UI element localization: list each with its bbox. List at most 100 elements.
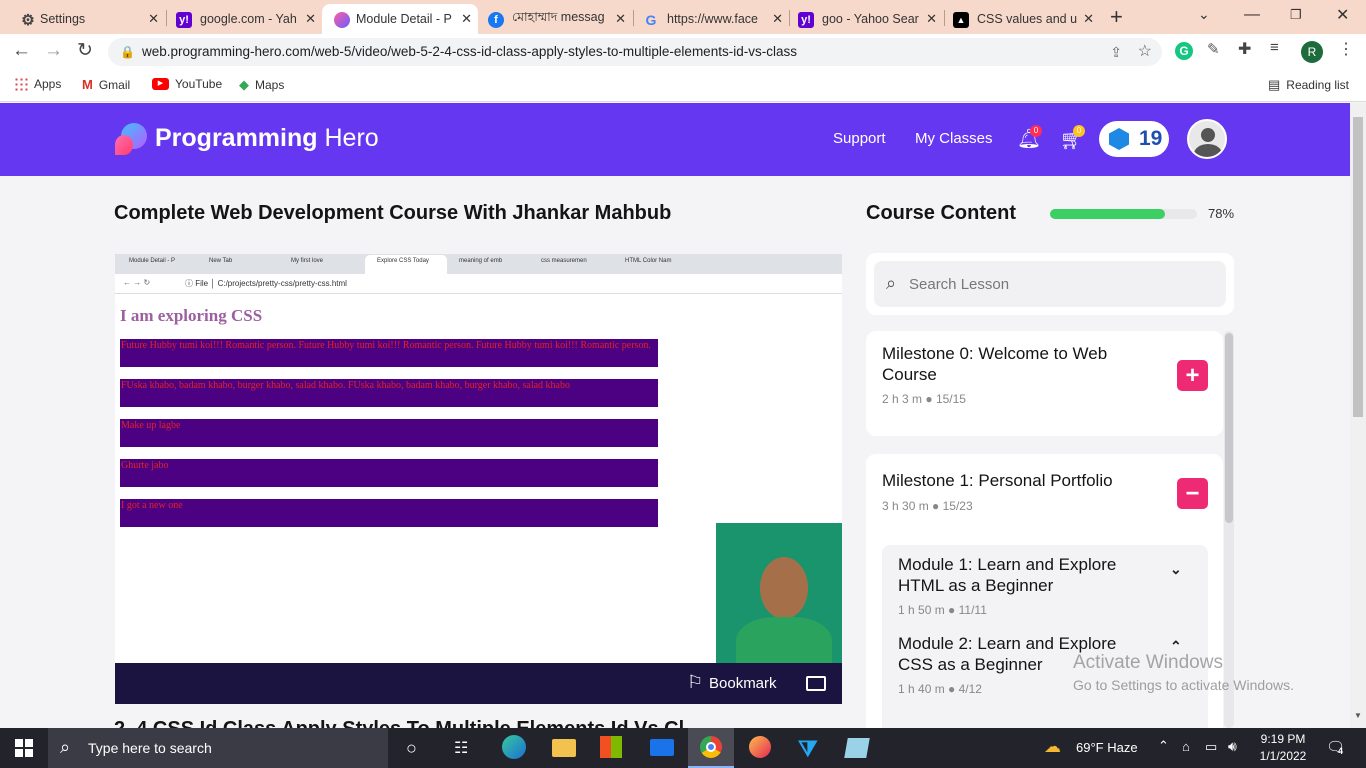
- module-title-cont: CSS as a Beginner: [898, 655, 1043, 674]
- search-input[interactable]: ⌕ Search Lesson: [874, 261, 1226, 307]
- scroll-down-icon[interactable]: ▼: [1354, 711, 1362, 720]
- gems-badge[interactable]: 19: [1099, 121, 1169, 157]
- chevron-up-icon[interactable]: ⌃: [1158, 738, 1169, 754]
- mail-icon[interactable]: [650, 739, 674, 756]
- address-bar[interactable]: 🔒 web.programming-hero.com/web-5/video/w…: [108, 38, 1162, 66]
- video-row: Make up lagbe: [120, 419, 658, 447]
- module-meta: 1 h 40 m ● 4/12: [898, 682, 982, 696]
- bookmark-youtube[interactable]: ▶ YouTube: [152, 77, 222, 91]
- share-icon[interactable]: ⇪: [1110, 38, 1122, 66]
- bookmark-gmail[interactable]: M Gmail: [82, 77, 130, 92]
- tab-facebook-message[interactable]: f মোহাম্মাদ messag ✕: [478, 4, 632, 34]
- chevron-down-icon[interactable]: ⌄: [1170, 561, 1182, 578]
- cortana-icon[interactable]: ○: [406, 738, 417, 759]
- reload-button[interactable]: ↻: [77, 39, 93, 62]
- close-tab-icon[interactable]: ✕: [1083, 11, 1094, 27]
- clock-time[interactable]: 9:19 PM: [1258, 732, 1308, 746]
- store-icon[interactable]: [600, 736, 622, 758]
- close-tab-icon[interactable]: ✕: [461, 11, 472, 27]
- expand-button[interactable]: +: [1177, 360, 1208, 391]
- module-title[interactable]: Module 1: Learn and Explore: [898, 555, 1116, 575]
- video-row: FUska khabo, badam khabo, burger khabo, …: [120, 379, 658, 407]
- tab-yahoo-search[interactable]: y! goo - Yahoo Sear ✕: [789, 4, 943, 34]
- video-player[interactable]: Module Detail - P New Tab My first love …: [115, 254, 842, 704]
- logo-icon[interactable]: [113, 121, 149, 157]
- tab-css-values[interactable]: ▲ CSS values and u ✕: [944, 4, 1100, 34]
- forward-button[interactable]: →: [44, 40, 63, 62]
- file-explorer-icon[interactable]: [552, 739, 576, 757]
- google-icon: G: [645, 12, 657, 28]
- tab-yahoo-google[interactable]: y! google.com - Yah ✕: [165, 4, 322, 34]
- video-row: I got a new one: [120, 499, 658, 527]
- bookmark-maps[interactable]: ◆ Maps: [239, 77, 284, 93]
- course-page: Complete Web Development Course With Jha…: [0, 176, 1350, 728]
- activate-windows-title: Activate Windows: [1073, 652, 1223, 673]
- instructor-webcam: [716, 523, 842, 663]
- close-tab-icon[interactable]: ✕: [305, 11, 316, 27]
- tab-facebook-url[interactable]: G https://www.face ✕: [633, 4, 789, 34]
- extensions-icon[interactable]: ✚: [1238, 39, 1251, 59]
- close-tab-icon[interactable]: ✕: [926, 11, 937, 27]
- close-window-button[interactable]: ✕: [1336, 5, 1349, 25]
- task-view-icon[interactable]: ☷: [454, 738, 468, 758]
- bookmark-apps[interactable]: Apps: [14, 77, 61, 91]
- mdn-icon: ▲: [953, 12, 969, 28]
- page-scrollbar[interactable]: ▼: [1350, 103, 1366, 728]
- tab-title: goo - Yahoo Sear: [822, 12, 919, 26]
- network-icon[interactable]: ⌂: [1182, 739, 1190, 754]
- firefox-icon[interactable]: [749, 736, 771, 758]
- weather-text[interactable]: 69°F Haze: [1076, 740, 1138, 755]
- brand-name[interactable]: Programming Hero: [155, 124, 379, 153]
- display-icon[interactable]: ▭: [1205, 739, 1217, 755]
- menu-icon[interactable]: ⋮: [1338, 39, 1354, 59]
- cart-count: 0: [1073, 125, 1085, 137]
- windows-start-icon[interactable]: [15, 739, 33, 757]
- reading-list[interactable]: ▤ Reading list: [1268, 77, 1349, 93]
- notepad-icon[interactable]: [844, 738, 870, 758]
- maps-icon: ◆: [239, 77, 249, 92]
- edge-icon[interactable]: [502, 735, 526, 759]
- restore-button[interactable]: ❐: [1290, 7, 1302, 23]
- minimize-button[interactable]: —: [1244, 6, 1260, 24]
- collapse-button[interactable]: −: [1177, 478, 1208, 509]
- milestone-card[interactable]: Milestone 0: Welcome to Web Course 2 h 3…: [866, 331, 1223, 436]
- video-heading: I am exploring CSS: [120, 306, 263, 325]
- tab-search-icon[interactable]: ⌄: [1198, 6, 1210, 23]
- chrome-taskbar-button[interactable]: [688, 728, 734, 768]
- module-title-cont: HTML as a Beginner: [898, 576, 1054, 595]
- bookmark-icon[interactable]: ⚐: [687, 672, 703, 693]
- close-tab-icon[interactable]: ✕: [615, 11, 626, 27]
- gem-icon: [1109, 128, 1129, 150]
- clock-date[interactable]: 1/1/2022: [1258, 749, 1308, 763]
- video-address-bar: ← → ↻ ⓘ File │ C:/projects/pretty-css/pr…: [115, 274, 842, 294]
- tab-module-detail[interactable]: Module Detail - P ✕: [322, 4, 478, 34]
- theater-mode-icon[interactable]: [806, 676, 826, 691]
- progress-label: 78%: [1208, 206, 1235, 221]
- sidebar-scrollbar[interactable]: [1224, 331, 1234, 728]
- weather-icon: ☁: [1044, 737, 1061, 756]
- nav-my-classes[interactable]: My Classes: [915, 130, 993, 147]
- profile-avatar[interactable]: R: [1301, 41, 1323, 63]
- star-icon[interactable]: ☆: [1138, 38, 1152, 66]
- milestone-title: Milestone 1: Personal Portfolio: [882, 471, 1113, 490]
- nav-support[interactable]: Support: [833, 130, 886, 147]
- eyedropper-icon[interactable]: ✎: [1207, 40, 1220, 58]
- volume-icon[interactable]: 🔊︎: [1228, 738, 1237, 755]
- bookmark-button[interactable]: Bookmark: [709, 675, 777, 692]
- vscode-icon[interactable]: ⧩: [798, 736, 818, 762]
- tab-settings[interactable]: ⚙ Settings ✕: [0, 4, 165, 34]
- gear-icon: ⚙: [21, 12, 35, 29]
- user-avatar[interactable]: [1187, 119, 1227, 159]
- search-placeholder: Search Lesson: [909, 276, 1010, 293]
- notification-count: 4: [1338, 746, 1344, 756]
- close-tab-icon[interactable]: ✕: [148, 11, 159, 27]
- close-tab-icon[interactable]: ✕: [772, 11, 783, 27]
- back-button[interactable]: ←: [12, 40, 31, 62]
- new-tab-button[interactable]: +: [1110, 4, 1123, 30]
- taskbar-search[interactable]: ⌕ Type here to search: [48, 728, 388, 768]
- tab-title: CSS values and u: [977, 12, 1078, 26]
- grammarly-icon[interactable]: G: [1175, 42, 1193, 60]
- course-content-heading: Course Content: [866, 202, 1016, 224]
- module-title[interactable]: Module 2: Learn and Explore: [898, 634, 1116, 654]
- media-icon[interactable]: ≡: [1270, 39, 1279, 56]
